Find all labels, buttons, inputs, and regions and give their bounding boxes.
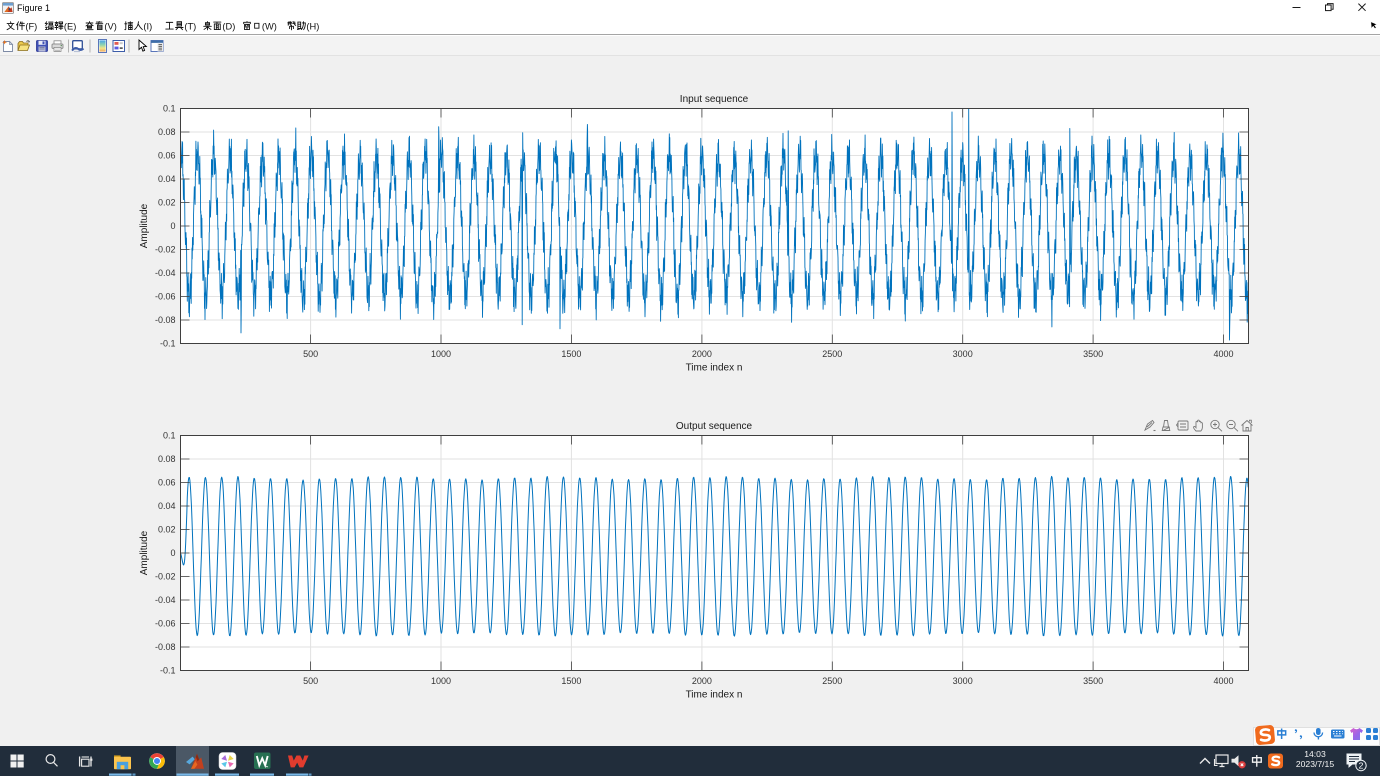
svg-text:(T): (T): [184, 22, 196, 32]
svg-text:(H): (H): [306, 22, 319, 32]
svg-text:0.1: 0.1: [163, 104, 176, 114]
svg-text:-0.04: -0.04: [155, 268, 176, 278]
svg-text:2000: 2000: [692, 349, 712, 359]
svg-text:(I): (I): [143, 22, 152, 32]
svg-text:Time index n: Time index n: [686, 363, 743, 374]
svg-text:0.06: 0.06: [158, 478, 176, 488]
svg-text:2: 2: [1359, 761, 1364, 771]
svg-text:Output sequence: Output sequence: [676, 421, 753, 432]
svg-text:3500: 3500: [1083, 349, 1103, 359]
svg-text:-0.1: -0.1: [160, 339, 176, 349]
svg-text:Amplitude: Amplitude: [139, 203, 150, 248]
svg-text:0.1: 0.1: [163, 431, 176, 441]
svg-text:3500: 3500: [1083, 676, 1103, 686]
svg-text:(V): (V): [104, 22, 116, 32]
svg-text:Input sequence: Input sequence: [680, 94, 749, 105]
svg-text:2000: 2000: [692, 676, 712, 686]
svg-text:0.02: 0.02: [158, 198, 176, 208]
svg-text:0.06: 0.06: [158, 151, 176, 161]
svg-text:0.04: 0.04: [158, 501, 176, 511]
svg-text:-0.06: -0.06: [155, 619, 176, 629]
svg-text:Time index n: Time index n: [686, 690, 743, 701]
svg-text:4000: 4000: [1213, 349, 1233, 359]
svg-text:500: 500: [303, 676, 318, 686]
svg-text:(W): (W): [262, 22, 277, 32]
svg-text:2500: 2500: [822, 676, 842, 686]
svg-text:-0.1: -0.1: [160, 666, 176, 676]
svg-text:0.04: 0.04: [158, 174, 176, 184]
svg-text:-0.08: -0.08: [155, 642, 176, 652]
svg-text:1500: 1500: [561, 349, 581, 359]
svg-text:1500: 1500: [561, 676, 581, 686]
svg-text:2500: 2500: [822, 349, 842, 359]
svg-text:500: 500: [303, 349, 318, 359]
svg-text:(E): (E): [64, 22, 76, 32]
svg-text:-0.08: -0.08: [155, 315, 176, 325]
svg-text:-0.04: -0.04: [155, 595, 176, 605]
svg-text:0: 0: [170, 221, 175, 231]
svg-text:-0.06: -0.06: [155, 292, 176, 302]
svg-text:-0.02: -0.02: [155, 572, 176, 582]
svg-text:0: 0: [170, 548, 175, 558]
svg-text:0.08: 0.08: [158, 127, 176, 137]
svg-text:(F): (F): [25, 22, 37, 32]
svg-text:1000: 1000: [431, 349, 451, 359]
svg-text:0.08: 0.08: [158, 454, 176, 464]
svg-text:0.02: 0.02: [158, 525, 176, 535]
svg-text:3000: 3000: [953, 676, 973, 686]
svg-text:(D): (D): [222, 22, 235, 32]
svg-text:1000: 1000: [431, 676, 451, 686]
svg-text:3000: 3000: [953, 349, 973, 359]
svg-text:4000: 4000: [1213, 676, 1233, 686]
svg-text:Amplitude: Amplitude: [139, 530, 150, 575]
svg-text:-0.02: -0.02: [155, 245, 176, 255]
